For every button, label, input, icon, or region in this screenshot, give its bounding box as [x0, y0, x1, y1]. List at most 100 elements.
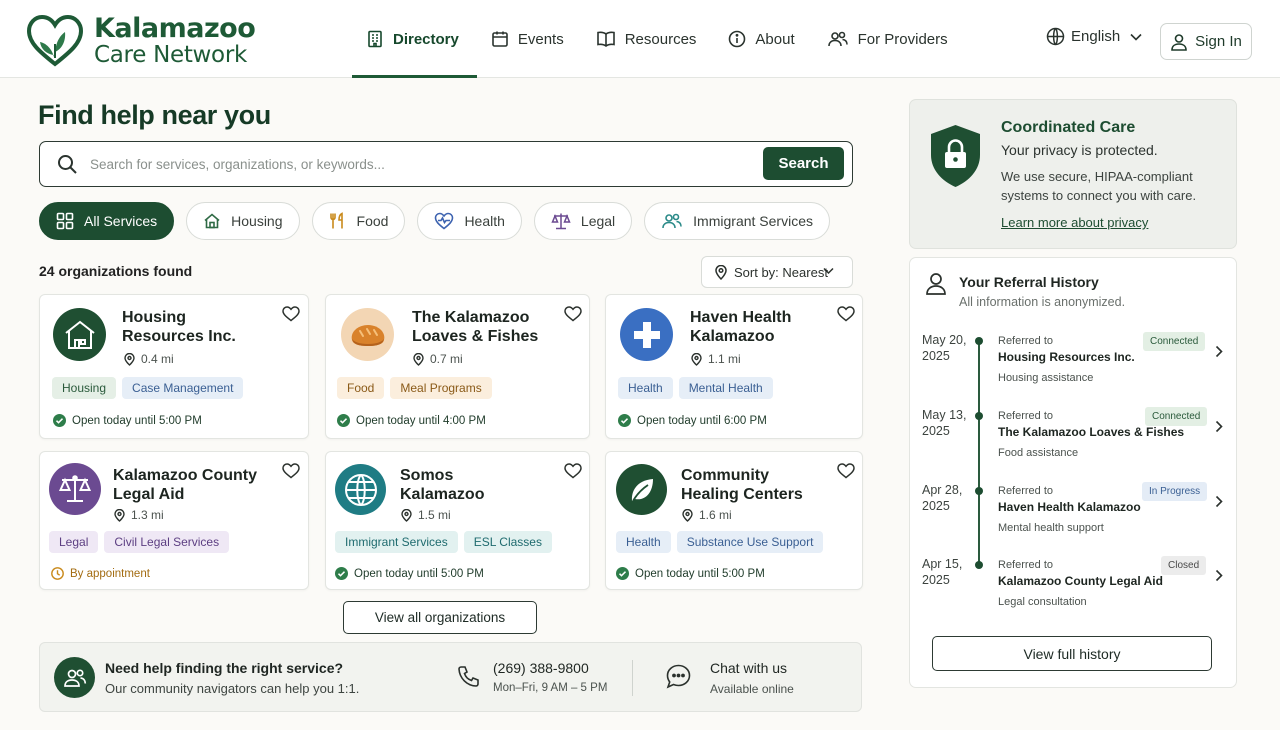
nav-item-directory[interactable]: Directory	[352, 0, 477, 78]
map-pin-icon	[691, 352, 702, 366]
org-tags: Health Mental Health	[618, 377, 779, 399]
org-card-legal-aid[interactable]: Kalamazoo County Legal Aid 1.3 mi Legal …	[39, 451, 309, 590]
filter-chip-food[interactable]: Food	[311, 202, 406, 240]
brand-name-line1: Kalamazoo	[94, 13, 256, 44]
chip-label: Legal	[580, 213, 616, 229]
filter-chip-housing[interactable]: Housing	[186, 202, 300, 240]
chevron-down-icon	[823, 267, 834, 275]
org-card-somos-kalamazoo[interactable]: Somos Kalamazoo 1.5 mi Immigrant Service…	[325, 451, 590, 590]
history-subtitle: All information is anonymized.	[959, 295, 1126, 309]
filter-chip-health[interactable]: Health	[417, 202, 522, 240]
help-title: Need help finding the right service?	[105, 660, 344, 676]
tag[interactable]: Food	[337, 377, 385, 399]
nav-item-resources[interactable]: Resources	[582, 0, 715, 78]
check-circle-icon	[337, 414, 350, 427]
org-name: The Kalamazoo Loaves & Fishes	[412, 309, 539, 345]
org-card-housing-resources[interactable]: Housing Resources Inc. 0.4 mi Housing Ca…	[39, 294, 309, 439]
tag[interactable]: Substance Use Support	[676, 531, 824, 553]
building-icon	[368, 30, 382, 48]
chip-label: Immigrant Services	[693, 213, 813, 229]
sort-dropdown[interactable]: Sort by: Nearest	[701, 256, 853, 288]
tag[interactable]: Housing	[52, 377, 117, 399]
medical-cross-icon	[633, 321, 660, 348]
book-icon	[596, 31, 615, 47]
status-badge: Closed	[1161, 556, 1207, 575]
tag[interactable]: ESL Classes	[463, 531, 552, 553]
privacy-learn-more-link[interactable]: Learn more about privacy	[1001, 215, 1148, 230]
chevron-right-icon	[1215, 495, 1223, 508]
user-icon	[1171, 33, 1187, 51]
sign-in-button[interactable]: Sign In	[1160, 23, 1252, 60]
language-selector[interactable]: English	[1046, 27, 1148, 46]
scales-icon	[551, 213, 571, 230]
favorite-heart-icon[interactable]	[564, 463, 582, 479]
tag[interactable]: Case Management	[122, 377, 244, 399]
map-pin-icon	[401, 508, 412, 522]
search-button[interactable]: Search	[763, 147, 844, 180]
tag[interactable]: Health	[618, 377, 673, 399]
globe-icon	[1046, 27, 1065, 46]
chip-label: Housing	[231, 213, 283, 229]
brand-name-line2: Care Network	[94, 42, 247, 68]
brand-logo[interactable]: Kalamazoo Care Network	[26, 13, 256, 68]
favorite-heart-icon[interactable]	[282, 463, 300, 479]
clock-icon	[51, 567, 64, 580]
filter-chip-all-services[interactable]: All Services	[39, 202, 175, 240]
org-tags: Immigrant Services ESL Classes	[335, 531, 558, 553]
referral-item[interactable]: Apr 28, 2025 Referred to Haven Health Kal…	[910, 482, 1238, 552]
tag[interactable]: Civil Legal Services	[104, 531, 230, 553]
tag[interactable]: Mental Health	[678, 377, 773, 399]
chip-label: All Services	[84, 213, 158, 229]
org-name: Housing Resources Inc.	[122, 309, 236, 345]
bread-icon	[351, 324, 384, 346]
house-icon	[204, 213, 220, 229]
filter-chip-immigrant-services[interactable]: Immigrant Services	[644, 202, 830, 240]
chat-bubble-icon	[666, 664, 691, 689]
nav-item-events[interactable]: Events	[477, 0, 582, 78]
tag[interactable]: Health	[616, 531, 671, 553]
nav-label: Events	[517, 30, 564, 48]
chat-with-us-link[interactable]: Chat with us	[710, 660, 787, 676]
heart-pulse-icon	[435, 212, 454, 230]
check-circle-icon	[616, 567, 629, 580]
check-circle-icon	[53, 414, 66, 427]
nav-item-for-providers[interactable]: For Providers	[813, 0, 966, 78]
chip-label: Health	[464, 213, 505, 229]
org-avatar	[53, 308, 106, 361]
view-all-organizations-button[interactable]: View all organizations	[343, 601, 537, 634]
org-distance: 1.6 mi	[682, 508, 732, 522]
search-bar: Search	[39, 141, 853, 187]
favorite-heart-icon[interactable]	[837, 306, 855, 322]
org-card-loaves-fishes[interactable]: The Kalamazoo Loaves & Fishes 0.7 mi Foo…	[325, 294, 590, 439]
filter-chip-legal[interactable]: Legal	[533, 202, 633, 240]
referral-service: Legal consultation	[998, 596, 1087, 608]
org-card-haven-health[interactable]: Haven Health Kalamazoo 1.1 mi Health Men…	[605, 294, 863, 439]
favorite-heart-icon[interactable]	[282, 306, 300, 322]
house-icon	[64, 320, 95, 349]
tag[interactable]: Meal Programs	[390, 377, 492, 399]
search-input[interactable]	[90, 151, 750, 177]
tag[interactable]: Immigrant Services	[335, 531, 458, 553]
org-status: Open today until 4:00 PM	[337, 414, 486, 427]
tag[interactable]: Legal	[49, 531, 99, 553]
nav-label: For Providers	[857, 30, 948, 48]
help-phone-number[interactable]: (269) 388-9800	[493, 660, 589, 676]
favorite-heart-icon[interactable]	[837, 463, 855, 479]
referral-item[interactable]: May 20, 2025 Referred to Housing Resource…	[910, 332, 1238, 402]
nav-item-about[interactable]: About	[714, 0, 812, 78]
info-icon	[729, 30, 746, 48]
nav-label: Resources	[624, 30, 697, 48]
referral-service: Food assistance	[998, 447, 1079, 459]
chevron-right-icon	[1215, 420, 1223, 433]
service-filter-chips: All Services Housing Food Health Legal I…	[39, 202, 842, 240]
referral-item[interactable]: Apr 15, 2025 Referred to Kalamazoo County…	[910, 556, 1238, 626]
org-avatar	[616, 464, 667, 515]
chip-label: Food	[356, 213, 389, 229]
view-full-history-button[interactable]: View full history	[932, 636, 1212, 671]
favorite-heart-icon[interactable]	[564, 306, 582, 322]
sort-label: Sort by: Nearest	[734, 264, 828, 280]
org-tags: Health Substance Use Support	[616, 531, 829, 553]
org-card-community-healing[interactable]: Community Healing Centers 1.6 mi Health …	[605, 451, 863, 590]
referral-item[interactable]: May 13, 2025 Referred to The Kalamazoo Lo…	[910, 407, 1238, 477]
language-label: English	[1071, 28, 1121, 45]
